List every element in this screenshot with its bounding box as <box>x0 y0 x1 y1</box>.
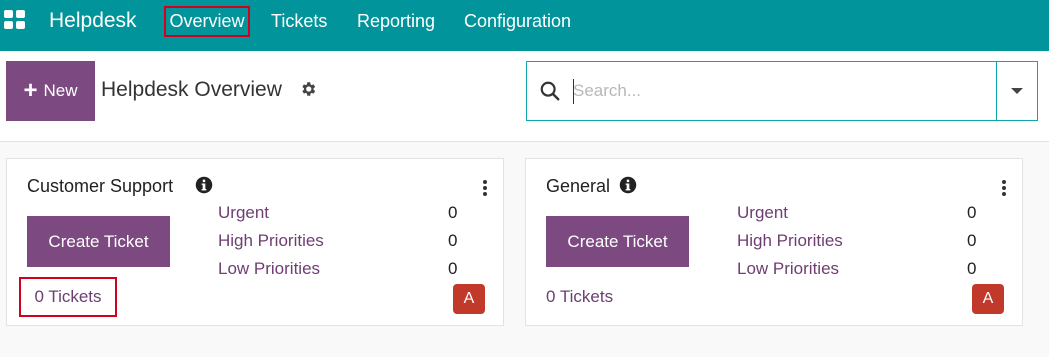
low-priorities-link[interactable]: Low Priorities <box>218 259 320 279</box>
high-priorities-link[interactable]: High Priorities <box>218 231 324 251</box>
team-card-general: General Create Ticket Urgent 0 High Prio… <box>525 158 1023 326</box>
team-name[interactable]: Customer Support <box>27 176 173 197</box>
team-card-customer-support: Customer Support Create Ticket Urgent 0 … <box>6 158 504 326</box>
avatar[interactable]: A <box>972 284 1004 314</box>
create-ticket-button[interactable]: Create Ticket <box>27 216 170 267</box>
nav-reporting[interactable]: Reporting <box>357 11 435 32</box>
urgent-link[interactable]: Urgent <box>218 203 269 223</box>
search-options-toggle[interactable] <box>996 62 1037 120</box>
gear-icon[interactable] <box>299 80 317 98</box>
new-button[interactable]: + New <box>6 61 95 121</box>
create-ticket-button[interactable]: Create Ticket <box>546 216 689 267</box>
info-icon[interactable] <box>619 176 637 194</box>
team-name[interactable]: General <box>546 176 610 197</box>
app-brand[interactable]: Helpdesk <box>49 9 137 33</box>
page-title: Helpdesk Overview <box>101 78 282 101</box>
tickets-count-link[interactable]: 0 Tickets <box>19 277 117 317</box>
top-navbar: Helpdesk Overview Tickets Reporting Conf… <box>0 0 1049 51</box>
high-priorities-count: 0 <box>448 231 458 250</box>
info-icon[interactable] <box>195 176 213 194</box>
search-input[interactable] <box>573 77 973 105</box>
kebab-menu-icon[interactable] <box>483 180 487 196</box>
apps-menu-icon[interactable] <box>4 10 26 30</box>
urgent-count: 0 <box>448 203 458 222</box>
text-cursor <box>573 79 574 104</box>
new-button-label: New <box>43 81 78 100</box>
high-priorities-count: 0 <box>967 231 977 250</box>
low-priorities-count: 0 <box>448 259 458 278</box>
low-priorities-link[interactable]: Low Priorities <box>737 259 839 279</box>
low-priorities-count: 0 <box>967 259 977 278</box>
control-panel: + New Helpdesk Overview <box>0 51 1049 142</box>
caret-down-icon <box>1011 88 1023 94</box>
avatar[interactable]: A <box>453 284 485 314</box>
high-priorities-link[interactable]: High Priorities <box>737 231 843 251</box>
urgent-link[interactable]: Urgent <box>737 203 788 223</box>
tickets-count-link[interactable]: 0 Tickets <box>546 277 613 317</box>
search-bar <box>526 61 1038 121</box>
search-icon <box>540 81 560 101</box>
plus-icon: + <box>23 77 38 104</box>
nav-configuration[interactable]: Configuration <box>464 11 571 32</box>
kebab-menu-icon[interactable] <box>1002 180 1006 196</box>
nav-tickets[interactable]: Tickets <box>271 11 327 32</box>
urgent-count: 0 <box>967 203 977 222</box>
nav-overview[interactable]: Overview <box>164 6 250 37</box>
